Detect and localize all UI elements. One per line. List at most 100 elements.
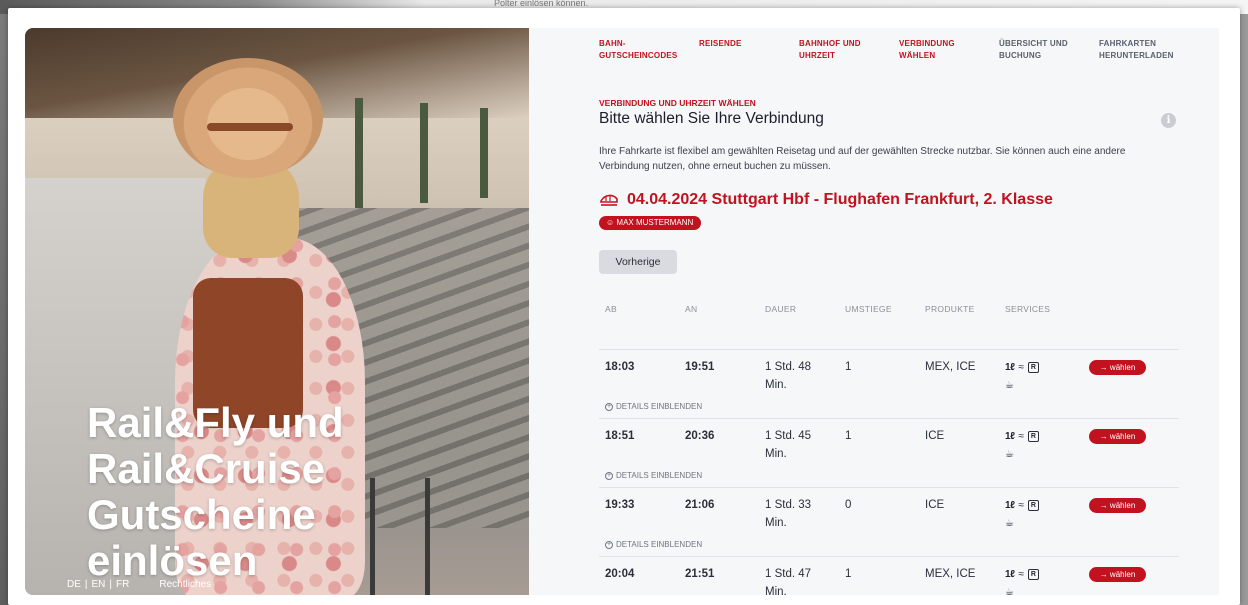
cup-icon: ☕ bbox=[1005, 379, 1014, 391]
select-connection-button[interactable]: → wählen bbox=[1089, 567, 1146, 582]
wifi-icon: ≈ bbox=[1018, 568, 1024, 580]
first-class-icon: 1ℓ bbox=[1005, 568, 1015, 580]
first-class-icon: 1ℓ bbox=[1005, 499, 1015, 511]
ticket-description: Ihre Fahrkarte ist flexibel am gewählten… bbox=[599, 146, 1126, 172]
legal-link[interactable]: Rechtliches bbox=[159, 579, 211, 590]
details-toggle[interactable]: + DETAILS EINBLENDEN bbox=[605, 471, 702, 480]
products: MEX, ICE bbox=[925, 568, 976, 580]
route-summary: 04.04.2024 Stuttgart Hbf - Flughafen Fra… bbox=[599, 191, 1053, 209]
language-separator: | bbox=[84, 579, 88, 590]
services: 1ℓ ≈ R ☕ bbox=[1005, 498, 1075, 530]
duration: 1 Std. 47 Min. bbox=[765, 568, 812, 598]
duration: 1 Std. 48 Min. bbox=[765, 361, 812, 391]
previous-connections-button[interactable]: Vorherige bbox=[599, 250, 677, 274]
person-icon: ☺ bbox=[606, 218, 615, 227]
hero-title-line: Rail&Cruise bbox=[87, 445, 326, 492]
details-label: DETAILS EINBLENDEN bbox=[616, 540, 703, 549]
details-label: DETAILS EINBLENDEN bbox=[616, 402, 703, 411]
header-dauer: DAUER bbox=[765, 304, 797, 314]
hat-band bbox=[207, 123, 293, 131]
cup-icon: ☕ bbox=[1005, 517, 1014, 529]
hero-title-line: Gutscheine bbox=[87, 491, 316, 538]
duration: 1 Std. 33 Min. bbox=[765, 499, 812, 529]
step-uebersicht-buchung: ÜBERSICHT UND BUCHUNG bbox=[999, 39, 1068, 60]
hero-title: Rail&Fly und Rail&Cruise Gutscheine einl… bbox=[87, 400, 487, 584]
arrival-time: 20:36 bbox=[685, 430, 715, 442]
header-an: AN bbox=[685, 304, 698, 314]
background-partial-text: Polter einlösen können. bbox=[494, 0, 589, 8]
header-ab: AB bbox=[605, 304, 617, 314]
table-row: 19:33 21:06 1 Std. 33 Min. 0 ICE 1ℓ ≈ R … bbox=[599, 487, 1179, 556]
pillar bbox=[420, 103, 428, 203]
wifi-icon: ≈ bbox=[1018, 361, 1024, 373]
table-row: 18:03 19:51 1 Std. 48 Min. 1 MEX, ICE 1ℓ… bbox=[599, 349, 1179, 418]
header-services: SERVICES bbox=[1005, 304, 1051, 314]
section-overline: VERBINDUNG UND UHRZEIT WÄHLEN bbox=[599, 98, 756, 108]
plus-circle-icon: + bbox=[605, 402, 613, 411]
products: ICE bbox=[925, 430, 945, 442]
details-label: DETAILS EINBLENDEN bbox=[616, 471, 703, 480]
arrival-time: 19:51 bbox=[685, 361, 715, 373]
progress-steps: BAHN- GUTSCHEINCODES REISENDE BAHNHOF UN… bbox=[599, 38, 1199, 66]
reservation-icon: R bbox=[1027, 430, 1039, 442]
info-icon[interactable]: i bbox=[1161, 113, 1176, 128]
language-separator: | bbox=[109, 579, 113, 590]
language-de-link[interactable]: DE bbox=[67, 579, 81, 590]
step-fahrkarten-herunterladen: FAHRKARTEN HERUNTERLADEN bbox=[1099, 39, 1174, 60]
services: 1ℓ ≈ R ☕ bbox=[1005, 360, 1075, 392]
wifi-icon: ≈ bbox=[1018, 430, 1024, 442]
reservation-icon: R bbox=[1027, 568, 1039, 580]
departure-time: 18:51 bbox=[605, 430, 635, 442]
wifi-icon: ≈ bbox=[1018, 499, 1024, 511]
step-gutscheincodes[interactable]: BAHN- GUTSCHEINCODES bbox=[599, 38, 699, 66]
cup-icon: ☕ bbox=[1005, 448, 1014, 460]
reservation-icon: R bbox=[1027, 499, 1039, 511]
plus-circle-icon: + bbox=[605, 540, 613, 549]
step-reisende[interactable]: REISENDE bbox=[699, 38, 799, 66]
services: 1ℓ ≈ R ☕ bbox=[1005, 429, 1075, 461]
arrival-time: 21:06 bbox=[685, 499, 715, 511]
duration: 1 Std. 45 Min. bbox=[765, 430, 812, 460]
sun-hat bbox=[173, 58, 323, 178]
details-toggle[interactable]: + DETAILS EINBLENDEN bbox=[605, 402, 702, 411]
hero-title-line: Rail&Fly und bbox=[87, 399, 344, 446]
details-toggle[interactable]: + DETAILS EINBLENDEN bbox=[605, 540, 702, 549]
products: ICE bbox=[925, 499, 945, 511]
departure-time: 18:03 bbox=[605, 361, 635, 373]
first-class-icon: 1ℓ bbox=[1005, 361, 1015, 373]
transfers: 0 bbox=[845, 499, 852, 511]
hero-image: Rail&Fly und Rail&Cruise Gutscheine einl… bbox=[25, 28, 529, 595]
header-produkte: PRODUKTE bbox=[925, 304, 975, 314]
passenger-badge: ☺ MAX MUSTERMANN bbox=[599, 216, 702, 230]
train-icon bbox=[599, 192, 619, 208]
hero-footer: DE | EN | FR Rechtliches bbox=[67, 579, 211, 590]
transfers: 1 bbox=[845, 568, 852, 580]
reservation-icon: R bbox=[1027, 361, 1039, 373]
pillar bbox=[480, 108, 488, 198]
step-verbindung-waehlen[interactable]: VERBINDUNG WÄHLEN bbox=[899, 38, 999, 66]
first-class-icon: 1ℓ bbox=[1005, 430, 1015, 442]
connections-table: 18:03 19:51 1 Std. 48 Min. 1 MEX, ICE 1ℓ… bbox=[599, 349, 1179, 605]
table-header: AB AN DAUER UMSTIEGE PRODUKTE SERVICES bbox=[599, 304, 1179, 318]
select-connection-button[interactable]: → wählen bbox=[1089, 498, 1146, 513]
route-text: 04.04.2024 Stuttgart Hbf - Flughafen Fra… bbox=[627, 191, 1053, 208]
language-fr-link[interactable]: FR bbox=[116, 579, 129, 590]
cup-icon: ☕ bbox=[1005, 586, 1014, 598]
services: 1ℓ ≈ R ☕ bbox=[1005, 567, 1075, 599]
table-row: 20:04 21:51 1 Std. 47 Min. 1 MEX, ICE 1ℓ… bbox=[599, 556, 1179, 605]
app-window: Rail&Fly und Rail&Cruise Gutscheine einl… bbox=[8, 8, 1240, 605]
language-en-link[interactable]: EN bbox=[92, 579, 106, 590]
page-title: Bitte wählen Sie Ihre Verbindung bbox=[599, 110, 824, 127]
pillar bbox=[355, 98, 363, 208]
plus-circle-icon: + bbox=[605, 471, 613, 480]
departure-time: 19:33 bbox=[605, 499, 635, 511]
table-row: 18:51 20:36 1 Std. 45 Min. 1 ICE 1ℓ ≈ R … bbox=[599, 418, 1179, 487]
products: MEX, ICE bbox=[925, 361, 976, 373]
step-bahnhof-uhrzeit[interactable]: BAHNHOF UND UHRZEIT bbox=[799, 38, 899, 66]
transfers: 1 bbox=[845, 361, 852, 373]
header-umstiege: UMSTIEGE bbox=[845, 304, 892, 314]
passenger-name: MAX MUSTERMANN bbox=[616, 218, 694, 227]
transfers: 1 bbox=[845, 430, 852, 442]
select-connection-button[interactable]: → wählen bbox=[1089, 429, 1146, 444]
select-connection-button[interactable]: → wählen bbox=[1089, 360, 1146, 375]
